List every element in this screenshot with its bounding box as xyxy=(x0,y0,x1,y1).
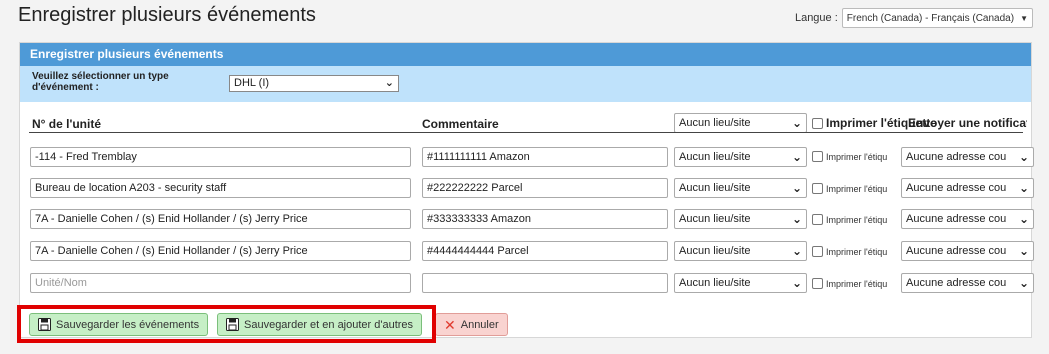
language-value: French (Canada) - Français (Canada) xyxy=(846,12,1015,24)
unit-input[interactable]: -114 - Fred Tremblay xyxy=(30,147,411,167)
chevron-down-icon: ⌄ xyxy=(1018,244,1029,258)
cancel-button[interactable]: ✕ Annuler xyxy=(435,313,508,336)
chevron-down-icon: ⌄ xyxy=(791,212,802,226)
cancel-label: Annuler xyxy=(460,318,499,331)
notify-value: Aucune adresse cou xyxy=(906,213,1007,225)
save-and-add-label: Sauvegarder et en ajouter d'autres xyxy=(244,318,414,331)
print-label-text: Imprimer l'étiqu xyxy=(826,183,888,194)
location-value: Aucun lieu/site xyxy=(679,245,751,257)
unit-input[interactable]: 7A - Danielle Cohen / (s) Enid Hollander… xyxy=(30,209,411,229)
print-label-group: Imprimer l'étiqu xyxy=(812,246,902,257)
save-events-label: Sauvegarder les événements xyxy=(56,318,200,331)
print-label-checkbox[interactable] xyxy=(812,151,823,162)
unit-column-header: N° de l'unité xyxy=(32,117,101,131)
print-label-group: Imprimer l'étiqu xyxy=(812,214,902,225)
chevron-down-icon: ⌄ xyxy=(1018,181,1029,195)
chevron-down-icon: ⌄ xyxy=(1018,212,1029,226)
event-type-value: DHL (I) xyxy=(234,77,270,89)
unit-input[interactable]: Bureau de location A203 - security staff xyxy=(30,178,411,198)
print-label-header: Imprimer l'étiquette xyxy=(826,116,937,130)
chevron-down-icon: ⌄ xyxy=(791,116,802,130)
print-label-group: Imprimer l'étiqu xyxy=(812,183,902,194)
save-events-button[interactable]: Sauvegarder les événements xyxy=(29,313,209,336)
location-select[interactable]: Aucun lieu/site ⌄ xyxy=(674,147,807,167)
print-label-text: Imprimer l'étiqu xyxy=(826,214,888,225)
event-type-bar: Veuillez sélectionner un type d'événemen… xyxy=(20,66,1031,102)
print-label-group: Imprimer l'étiqu xyxy=(812,278,902,289)
print-all-checkbox[interactable] xyxy=(812,117,823,129)
location-value: Aucun lieu/site xyxy=(679,182,751,194)
page-title: Enregistrer plusieurs événements xyxy=(18,4,316,26)
panel-header: Enregistrer plusieurs événements xyxy=(20,43,1031,66)
location-select[interactable]: Aucun lieu/site ⌄ xyxy=(674,273,807,293)
comment-column-header: Commentaire xyxy=(422,117,499,131)
close-icon: ✕ xyxy=(444,316,456,333)
event-type-label: Veuillez sélectionner un type d'événemen… xyxy=(32,71,169,93)
floppy-disk-icon xyxy=(226,318,239,331)
chevron-down-icon: ⌄ xyxy=(791,150,802,164)
print-all-checkbox-group: Imprimer l'étiquette Envoyer une notific… xyxy=(812,116,1027,130)
print-label-group: Imprimer l'étiqu xyxy=(812,151,902,162)
events-panel: Enregistrer plusieurs événements Veuille… xyxy=(19,42,1034,338)
chevron-down-icon: ⌄ xyxy=(791,276,802,290)
notify-select[interactable]: Aucune adresse cou ⌄ xyxy=(901,209,1034,229)
notify-value: Aucune adresse cou xyxy=(906,277,1007,289)
comment-input[interactable]: #1111111111 Amazon xyxy=(422,147,668,167)
location-filter-value: Aucun lieu/site xyxy=(679,117,751,129)
save-and-add-button[interactable]: Sauvegarder et en ajouter d'autres xyxy=(217,313,423,336)
print-label-text: Imprimer l'étiqu xyxy=(826,246,888,257)
unit-input[interactable]: Unité/Nom xyxy=(30,273,411,293)
notify-value: Aucune adresse cou xyxy=(906,245,1007,257)
language-selector-group: Langue : French (Canada) - Français (Can… xyxy=(795,8,1033,28)
print-label-text: Imprimer l'étiqu xyxy=(826,278,888,289)
event-type-select[interactable]: DHL (I) ⌄ xyxy=(229,75,399,92)
chevron-down-icon: ⌄ xyxy=(1018,276,1029,290)
chevron-down-icon: ⌄ xyxy=(384,77,394,89)
location-select[interactable]: Aucun lieu/site ⌄ xyxy=(674,241,807,261)
location-value: Aucun lieu/site xyxy=(679,213,751,225)
comment-input[interactable]: #333333333 Amazon xyxy=(422,209,668,229)
language-label: Langue : xyxy=(794,12,838,24)
print-label-checkbox[interactable] xyxy=(812,214,823,225)
notify-value: Aucune adresse cou xyxy=(906,182,1007,194)
language-select[interactable]: French (Canada) - Français (Canada) ▼ xyxy=(841,8,1033,28)
location-value: Aucun lieu/site xyxy=(679,277,751,289)
comment-input[interactable] xyxy=(422,273,668,293)
location-value: Aucun lieu/site xyxy=(679,151,751,163)
unit-input[interactable]: 7A - Danielle Cohen / (s) Enid Hollander… xyxy=(30,241,411,261)
chevron-down-icon: ⌄ xyxy=(791,181,802,195)
location-select[interactable]: Aucun lieu/site ⌄ xyxy=(674,209,807,229)
notify-select[interactable]: Aucune adresse cou ⌄ xyxy=(901,178,1034,198)
floppy-disk-icon xyxy=(38,318,51,331)
chevron-down-icon: ⌄ xyxy=(1018,150,1029,164)
notify-select[interactable]: Aucune adresse cou ⌄ xyxy=(901,241,1034,261)
print-label-checkbox[interactable] xyxy=(812,183,823,194)
comment-input[interactable]: #222222222 Parcel xyxy=(422,178,668,198)
notify-value: Aucune adresse cou xyxy=(906,151,1007,163)
comment-input[interactable]: #4444444444 Parcel xyxy=(422,241,668,261)
print-label-checkbox[interactable] xyxy=(812,278,823,289)
chevron-down-icon: ⌄ xyxy=(791,244,802,258)
print-label-checkbox[interactable] xyxy=(812,246,823,257)
location-select[interactable]: Aucun lieu/site ⌄ xyxy=(674,178,807,198)
notify-select[interactable]: Aucune adresse cou ⌄ xyxy=(901,147,1034,167)
chevron-down-icon: ▼ xyxy=(1020,13,1028,23)
notify-select[interactable]: Aucune adresse cou ⌄ xyxy=(901,273,1034,293)
print-label-text: Imprimer l'étiqu xyxy=(826,151,888,162)
location-filter-select[interactable]: Aucun lieu/site ⌄ xyxy=(674,113,807,133)
header-divider xyxy=(29,132,1023,133)
